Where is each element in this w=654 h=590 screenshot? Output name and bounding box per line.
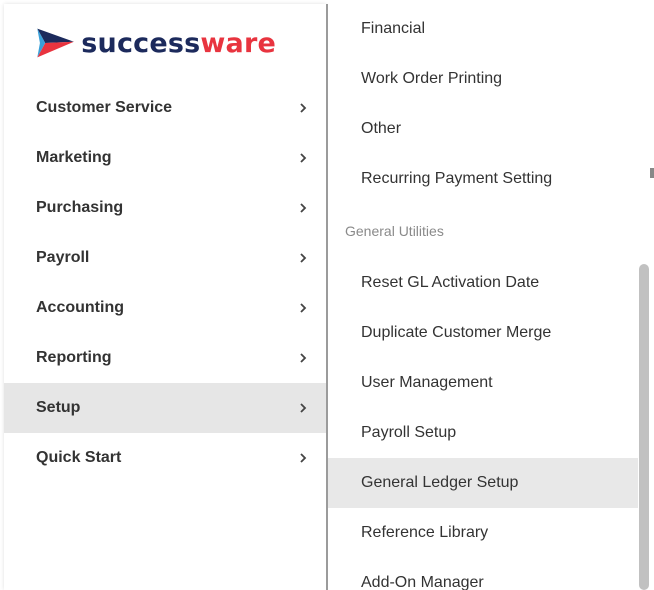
chevron-right-icon	[298, 353, 308, 363]
chevron-right-icon	[298, 453, 308, 463]
menu-item-accounting[interactable]: Accounting	[4, 283, 326, 333]
background-glyph	[650, 168, 654, 178]
menu-item-payroll[interactable]: Payroll	[4, 233, 326, 283]
menu-item-label: Setup	[36, 399, 81, 416]
menu-item-label: Purchasing	[36, 199, 124, 216]
submenu-item-work-order-printing[interactable]: Work Order Printing	[328, 54, 638, 104]
chevron-right-icon	[298, 303, 308, 313]
chevron-right-icon	[298, 103, 308, 113]
menu-item-customer-service[interactable]: Customer Service	[4, 83, 326, 133]
menu-item-quick-start[interactable]: Quick Start	[4, 433, 326, 483]
submenu-item-reset-gl-activation-date[interactable]: Reset GL Activation Date	[328, 258, 638, 308]
chevron-right-icon	[298, 403, 308, 413]
menu-item-marketing[interactable]: Marketing	[4, 133, 326, 183]
menu-item-label: Customer Service	[36, 99, 173, 116]
setup-submenu-list: Financial Work Order Printing Other Recu…	[328, 4, 638, 590]
main-menu-list: Customer Service Marketing Purchasing Pa…	[4, 83, 326, 483]
submenu-item-reference-library[interactable]: Reference Library	[328, 508, 638, 558]
successware-logo-icon	[37, 28, 74, 58]
submenu-item-add-on-manager[interactable]: Add-On Manager	[328, 558, 638, 590]
menu-item-label: Marketing	[36, 149, 112, 166]
chevron-right-icon	[298, 203, 308, 213]
submenu-item-financial[interactable]: Financial	[328, 4, 638, 54]
menu-item-reporting[interactable]: Reporting	[4, 333, 326, 383]
menu-item-label: Reporting	[36, 349, 112, 366]
setup-submenu: Financial Work Order Printing Other Recu…	[326, 4, 638, 590]
submenu-item-other[interactable]: Other	[328, 104, 638, 154]
submenu-item-recurring-payment-setting[interactable]: Recurring Payment Setting	[328, 154, 638, 204]
main-navigation-menu: successware Customer Service Marketing P…	[4, 4, 326, 590]
menu-item-label: Payroll	[36, 249, 90, 266]
submenu-item-general-ledger-setup[interactable]: General Ledger Setup	[328, 458, 638, 508]
menu-item-setup[interactable]: Setup	[4, 383, 326, 433]
menu-item-label: Quick Start	[36, 449, 122, 466]
successware-logo[interactable]: successware	[36, 18, 276, 68]
chevron-right-icon	[298, 153, 308, 163]
submenu-item-payroll-setup[interactable]: Payroll Setup	[328, 408, 638, 458]
logo-wordmark: successware	[81, 27, 276, 59]
submenu-item-duplicate-customer-merge[interactable]: Duplicate Customer Merge	[328, 308, 638, 358]
menu-item-purchasing[interactable]: Purchasing	[4, 183, 326, 233]
submenu-heading-general-utilities: General Utilities	[345, 223, 444, 239]
submenu-item-user-management[interactable]: User Management	[328, 358, 638, 408]
submenu-scrollbar-thumb[interactable]	[639, 264, 649, 590]
chevron-right-icon	[298, 253, 308, 263]
menu-item-label: Accounting	[36, 299, 124, 316]
